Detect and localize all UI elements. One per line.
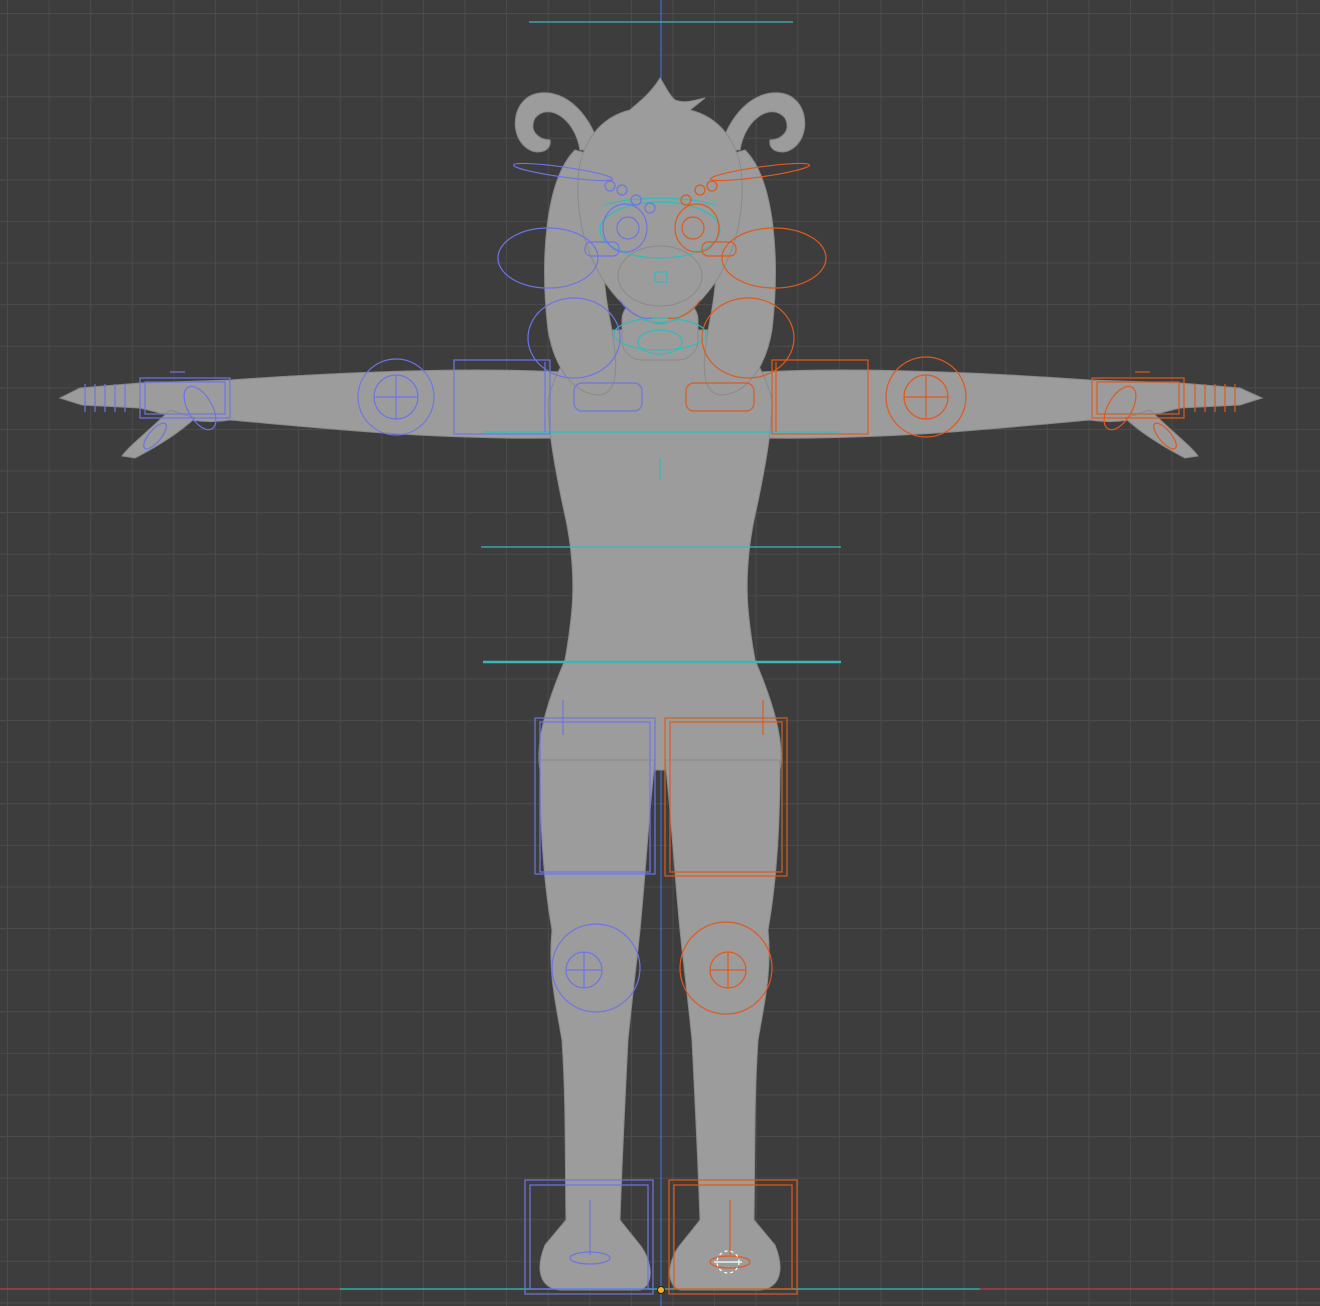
right-arm-mesh <box>759 369 1264 439</box>
left-arm-mesh <box>58 369 561 439</box>
left-leg-mesh <box>539 759 656 1291</box>
right-leg-mesh <box>664 759 781 1291</box>
origin-point-icon <box>657 1286 665 1294</box>
3d-viewport[interactable] <box>0 0 1320 1306</box>
torso-mesh <box>538 329 782 771</box>
left-thumb-mesh <box>121 409 196 459</box>
viewport-scene[interactable] <box>0 0 1320 1306</box>
right-thumb-mesh <box>1124 409 1199 459</box>
